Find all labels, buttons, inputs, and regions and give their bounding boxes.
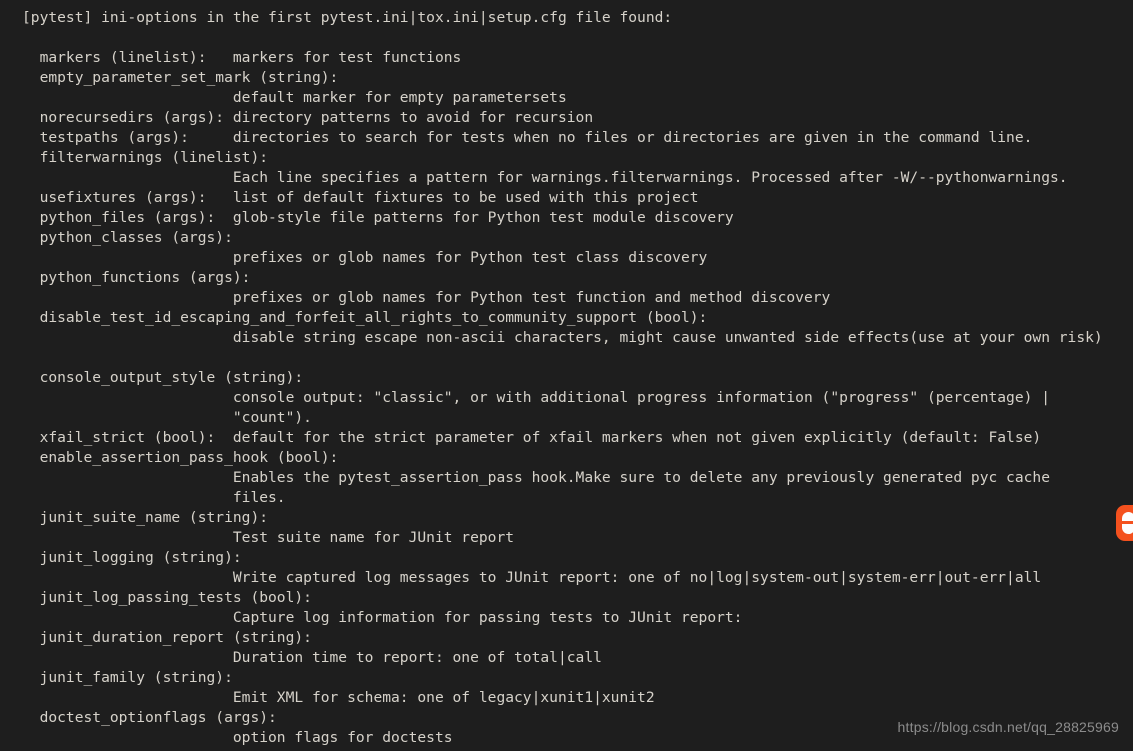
terminal-line: doctest_optionflags (args):	[22, 709, 277, 726]
terminal-line: Test suite name for JUnit report	[22, 529, 515, 546]
terminal-line: usefixtures (args): list of default fixt…	[22, 189, 699, 206]
terminal-line: prefixes or glob names for Python test f…	[22, 289, 831, 306]
terminal-line: enable_assertion_pass_hook (bool):	[22, 449, 339, 466]
orange-app-icon[interactable]	[1116, 505, 1133, 541]
terminal-line: junit_family (string):	[22, 669, 233, 686]
terminal-line: filterwarnings (linelist):	[22, 149, 269, 166]
terminal-line: Emit XML for schema: one of legacy|xunit…	[22, 689, 655, 706]
terminal-line: junit_suite_name (string):	[22, 509, 269, 526]
terminal-window[interactable]: [pytest] ini-options in the first pytest…	[0, 0, 1133, 751]
terminal-line: Capture log information for passing test…	[22, 609, 743, 626]
terminal-line: [pytest] ini-options in the first pytest…	[22, 9, 673, 26]
terminal-line: Write captured log messages to JUnit rep…	[22, 569, 1042, 586]
terminal-line: console output: "classic", or with addit…	[22, 389, 1050, 406]
terminal-line: Each line specifies a pattern for warnin…	[22, 169, 1068, 186]
terminal-line: xfail_strict (bool): default for the str…	[22, 429, 1042, 446]
terminal-line: junit_log_passing_tests (bool):	[22, 589, 312, 606]
terminal-line: empty_parameter_set_mark (string):	[22, 69, 339, 86]
terminal-line: python_functions (args):	[22, 269, 251, 286]
terminal-line: Duration time to report: one of total|ca…	[22, 649, 602, 666]
terminal-line: "count").	[22, 409, 312, 426]
terminal-line: testpaths (args): directories to search …	[22, 129, 1033, 146]
terminal-line: junit_duration_report (string):	[22, 629, 312, 646]
terminal-line: Enables the pytest_assertion_pass hook.M…	[22, 469, 1050, 486]
terminal-line: console_output_style (string):	[22, 369, 304, 386]
terminal-line: disable string escape non-ascii characte…	[22, 329, 1103, 346]
terminal-line: option flags for doctests	[22, 729, 453, 746]
orange-app-icon-glyph	[1116, 505, 1133, 541]
terminal-line: python_classes (args):	[22, 229, 233, 246]
terminal-line: norecursedirs (args): directory patterns…	[22, 109, 594, 126]
terminal-line: disable_test_id_escaping_and_forfeit_all…	[22, 309, 708, 326]
terminal-output: [pytest] ini-options in the first pytest…	[0, 0, 1103, 748]
terminal-line: prefixes or glob names for Python test c…	[22, 249, 708, 266]
terminal-line: junit_logging (string):	[22, 549, 242, 566]
terminal-line: markers (linelist): markers for test fun…	[22, 49, 462, 66]
terminal-line: python_files (args): glob-style file pat…	[22, 209, 734, 226]
terminal-line: files.	[22, 489, 286, 506]
terminal-line: default marker for empty parametersets	[22, 89, 567, 106]
